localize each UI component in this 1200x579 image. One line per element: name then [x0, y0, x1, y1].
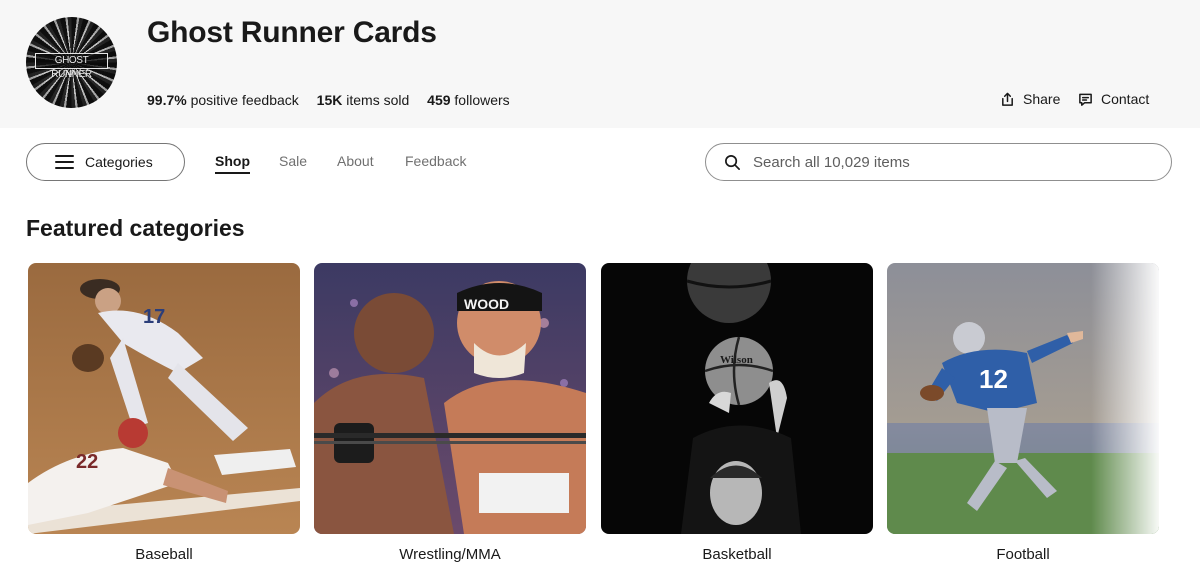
wrestling-image: WOOD [314, 263, 586, 534]
tab-about[interactable]: About [337, 153, 374, 169]
ball-brand-text: Wilson [720, 354, 753, 366]
category-card-baseball[interactable]: 17 22 Baseball [28, 263, 300, 563]
stat-label: positive feedback [190, 92, 299, 108]
logo-subtext: Cards [63, 69, 80, 77]
stat-value: 459 [427, 92, 451, 108]
headband-text: WOOD [464, 296, 509, 312]
wrestling-photo[interactable]: WOOD [314, 263, 586, 534]
store-name: Ghost Runner Cards [147, 16, 437, 49]
stat-label: items sold [346, 92, 410, 108]
runner-jersey-number-text: 22 [76, 451, 98, 473]
tab-feedback[interactable]: Feedback [405, 153, 466, 169]
stat-followers: 459 followers [427, 92, 510, 108]
chat-bubble-icon [1079, 93, 1092, 106]
store-logo[interactable]: GHOST RUNNER Cards [26, 17, 117, 108]
store-stats: 99.7% positive feedback 15K items sold 4… [147, 92, 524, 108]
football-image: 12 [887, 263, 1159, 534]
football-photo[interactable]: 12 [887, 263, 1159, 534]
search-input[interactable] [753, 153, 1153, 171]
store-search-bar[interactable] [705, 143, 1172, 181]
featured-categories-title: Featured categories [26, 215, 245, 241]
stat-feedback[interactable]: 99.7% positive feedback [147, 92, 299, 108]
basketball-image: Wilson [601, 263, 873, 534]
baseball-image: 17 22 [28, 263, 300, 534]
hamburger-menu-icon [55, 155, 74, 169]
categories-button[interactable]: Categories [26, 143, 185, 181]
stat-value: 99.7% [147, 92, 187, 108]
basketball-photo[interactable]: Wilson [601, 263, 873, 534]
search-icon [725, 154, 740, 170]
category-label: Wrestling/MMA [399, 546, 501, 563]
share-button[interactable]: Share [1000, 91, 1060, 107]
category-card-basketball[interactable]: Wilson Basketball [601, 263, 873, 563]
category-label: Basketball [702, 546, 772, 563]
stat-label: followers [454, 92, 510, 108]
contact-label: Contact [1101, 91, 1150, 107]
share-label: Share [1023, 91, 1061, 107]
category-label: Baseball [135, 546, 193, 563]
stat-items-sold: 15K items sold [317, 92, 410, 108]
categories-label: Categories [85, 154, 153, 170]
store-header: GHOST RUNNER Cards Ghost Runner Cards 99… [0, 0, 1200, 128]
category-card-football[interactable]: 12 Football [887, 263, 1159, 563]
jersey-number-text: 17 [143, 306, 165, 328]
stat-value: 15K [316, 92, 343, 108]
baseball-photo[interactable]: 17 22 [28, 263, 300, 534]
category-card-wrestling-mma[interactable]: WOOD Wrestling/MMA [314, 263, 586, 563]
contact-button[interactable]: Contact [1078, 91, 1149, 107]
logo-text: GHOST RUNNER [35, 53, 108, 80]
tab-sale[interactable]: Sale [279, 153, 307, 169]
category-label: Football [996, 546, 1050, 563]
tab-shop[interactable]: Shop [215, 153, 250, 174]
share-icon [1002, 92, 1013, 106]
